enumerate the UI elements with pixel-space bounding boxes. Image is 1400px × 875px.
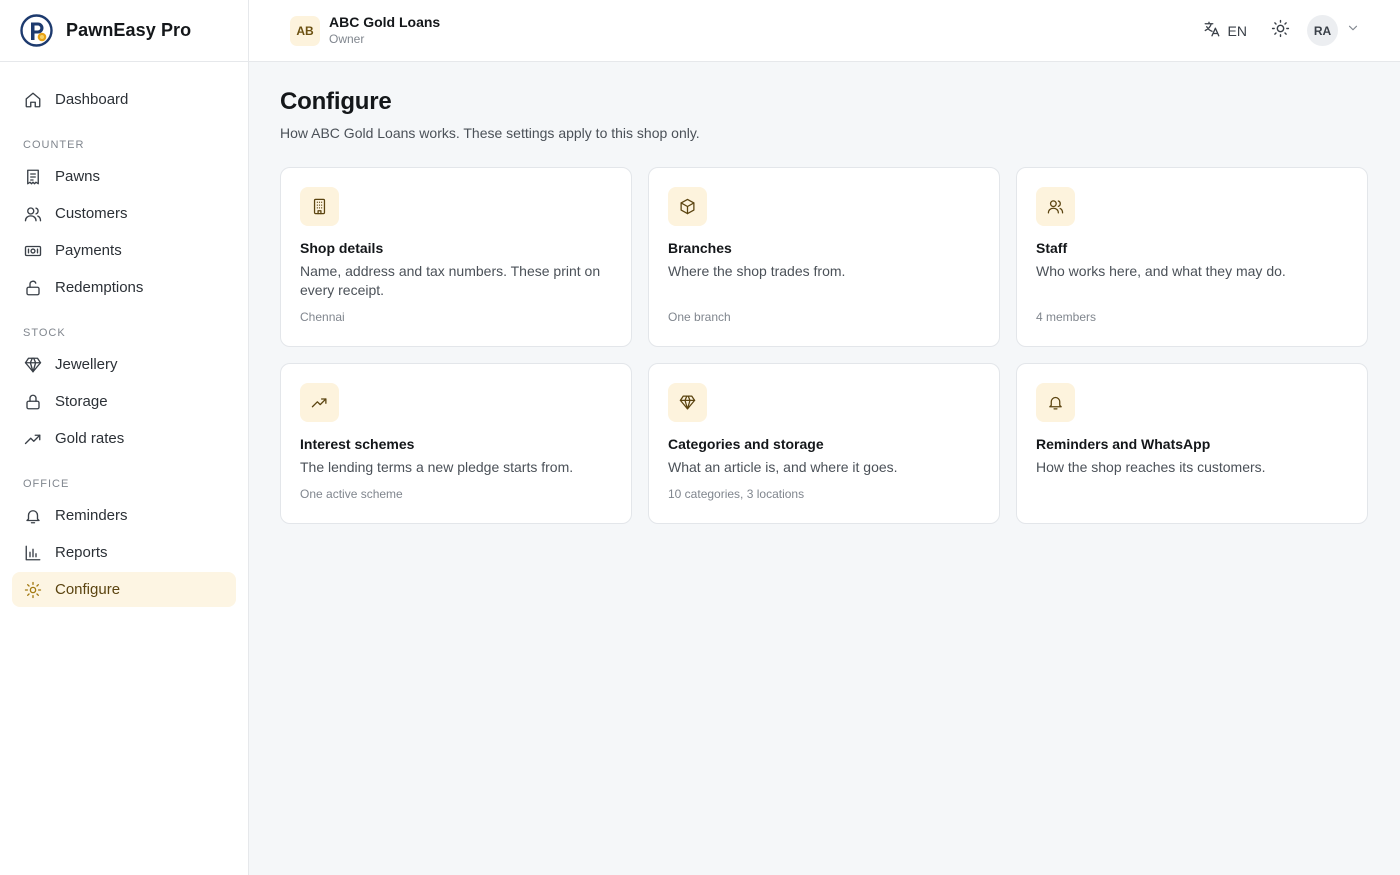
sidebar-item-label: Jewellery [55, 356, 118, 373]
lock-icon [24, 393, 42, 411]
theme-toggle-button[interactable] [1269, 19, 1291, 43]
users-icon [1036, 187, 1075, 226]
gem-icon [24, 356, 42, 374]
sidebar-item-label: Reports [55, 544, 108, 561]
sidebar: PawnEasy Pro Dashboard COUNTER Pawns Cus… [0, 0, 249, 875]
shop-switcher[interactable]: ABC Gold Loans Owner [329, 14, 441, 46]
card-description: How the shop reaches its customers. [1036, 459, 1266, 475]
banknote-icon [24, 242, 42, 260]
sidebar-item-label: Customers [55, 205, 128, 222]
section-label-stock: STOCK [23, 327, 66, 339]
card-title: Reminders and WhatsApp [1036, 436, 1211, 452]
section-label-office: OFFICE [23, 478, 70, 490]
home-icon [24, 91, 42, 109]
shop-role: Owner [329, 31, 365, 46]
card-description: Where the shop trades from. [668, 263, 846, 279]
trending-up-icon [24, 430, 42, 448]
sidebar-item-label: Pawns [55, 168, 101, 185]
bar-chart-icon [24, 544, 42, 562]
shop-avatar[interactable]: AB [290, 15, 320, 46]
content: Configure How ABC Gold Loans works. Thes… [249, 62, 1400, 524]
card-shop-details[interactable]: Shop details Name, address and tax numbe… [280, 167, 632, 347]
bell-icon [1036, 383, 1075, 422]
sidebar-item-jewellery[interactable]: Jewellery [12, 347, 236, 382]
receipt-icon [24, 168, 42, 186]
card-branches[interactable]: Branches Where the shop trades from. One… [648, 167, 1000, 347]
card-meta: One active scheme [300, 487, 403, 501]
card-staff[interactable]: Staff Who works here, and what they may … [1016, 167, 1368, 347]
sidebar-item-label: Redemptions [55, 279, 144, 296]
card-meta: 4 members [1036, 310, 1097, 324]
box-icon [668, 187, 707, 226]
translate-icon [1203, 20, 1228, 41]
page-subtitle: How ABC Gold Loans works. These settings… [280, 125, 700, 141]
language-switcher[interactable]: EN [1203, 20, 1247, 41]
language-label: EN [1227, 22, 1247, 39]
main-area: AB ABC Gold Loans Owner EN RA Configure … [249, 0, 1400, 875]
card-meta: One branch [668, 310, 731, 324]
brand-name: PawnEasy Pro [66, 20, 192, 40]
card-description: The lending terms a new pledge starts fr… [300, 459, 574, 475]
card-categories-storage[interactable]: Categories and storage What an article i… [648, 363, 1000, 524]
user-avatar[interactable]: RA [1307, 15, 1338, 46]
sidebar-item-label: Dashboard [55, 91, 129, 108]
sidebar-item-payments[interactable]: Payments [12, 233, 236, 268]
sidebar-item-reminders[interactable]: Reminders [12, 498, 236, 533]
card-title: Categories and storage [668, 436, 824, 452]
page-title: Configure [280, 88, 392, 115]
card-description: Who works here, and what they may do. [1036, 263, 1286, 279]
config-card-grid: Shop details Name, address and tax numbe… [280, 167, 1369, 524]
sidebar-item-label: Configure [55, 581, 121, 598]
chevron-down-icon [1346, 21, 1360, 40]
shop-name: ABC Gold Loans [329, 14, 441, 31]
sidebar-item-pawns[interactable]: Pawns [12, 159, 236, 194]
section-label-counter: COUNTER [23, 139, 85, 151]
card-title: Interest schemes [300, 436, 415, 452]
sidebar-item-gold-rates[interactable]: Gold rates [12, 421, 236, 456]
sidebar-nav: Dashboard COUNTER Pawns Customers Paymen [0, 62, 248, 607]
sidebar-item-label: Gold rates [55, 430, 125, 447]
card-reminders-whatsapp[interactable]: Reminders and WhatsApp How the shop reac… [1016, 363, 1368, 524]
bell-icon [24, 507, 42, 525]
sidebar-item-label: Payments [55, 242, 122, 259]
sidebar-item-storage[interactable]: Storage [12, 384, 236, 419]
sidebar-item-redemptions[interactable]: Redemptions [12, 270, 236, 305]
pawneasy-logo-icon [20, 14, 53, 47]
sidebar-item-label: Reminders [55, 507, 128, 524]
brand[interactable]: PawnEasy Pro [0, 0, 248, 62]
card-meta: Chennai [300, 310, 345, 324]
sun-icon [1271, 19, 1290, 43]
card-description: What an article is, and where it goes. [668, 459, 898, 475]
gem-icon [668, 383, 707, 422]
card-description: Name, address and tax numbers. These pri… [300, 263, 601, 298]
app-root: PawnEasy Pro Dashboard COUNTER Pawns Cus… [0, 0, 1400, 875]
sidebar-item-reports[interactable]: Reports [12, 535, 236, 570]
card-meta: 10 categories, 3 locations [668, 487, 805, 501]
topbar: AB ABC Gold Loans Owner EN RA [249, 0, 1400, 62]
user-menu-button[interactable] [1346, 21, 1360, 40]
card-interest-schemes[interactable]: Interest schemes The lending terms a new… [280, 363, 632, 524]
sidebar-item-label: Storage [55, 393, 108, 410]
trending-up-icon [300, 383, 339, 422]
sidebar-item-customers[interactable]: Customers [12, 196, 236, 231]
card-title: Shop details [300, 240, 384, 256]
users-icon [24, 205, 42, 223]
sun-gear-icon [24, 581, 42, 599]
card-title: Branches [668, 240, 732, 256]
building-icon [300, 187, 339, 226]
card-title: Staff [1036, 240, 1068, 256]
sidebar-item-dashboard[interactable]: Dashboard [12, 82, 236, 117]
sidebar-item-configure[interactable]: Configure [12, 572, 236, 607]
unlock-icon [24, 279, 42, 297]
